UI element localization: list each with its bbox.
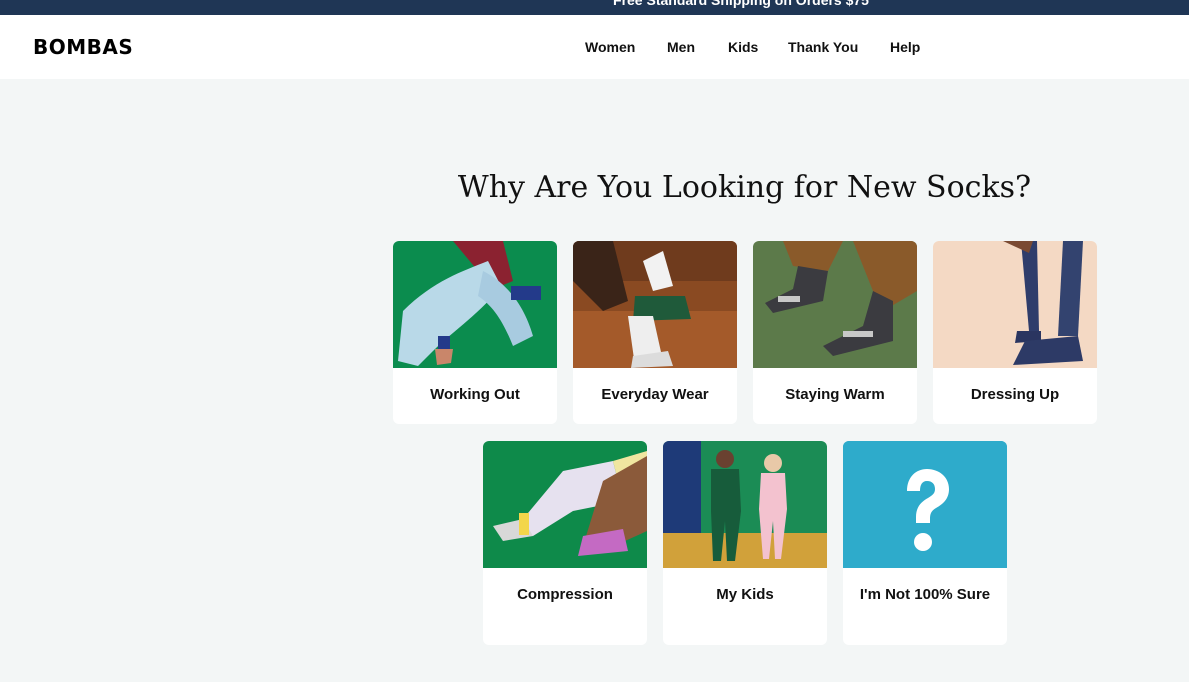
- card-dressing-up[interactable]: Dressing Up: [933, 241, 1097, 424]
- working-out-image: [393, 241, 557, 368]
- everyday-wear-image: [573, 241, 737, 368]
- nav-kids[interactable]: Kids: [728, 39, 758, 55]
- nav-thank-you[interactable]: Thank You: [788, 39, 858, 55]
- card-staying-warm[interactable]: Staying Warm: [753, 241, 917, 424]
- card-label: I'm Not 100% Sure: [859, 586, 991, 603]
- compression-image: [483, 441, 647, 568]
- card-everyday-wear[interactable]: Everyday Wear: [573, 241, 737, 424]
- card-working-out[interactable]: Working Out: [393, 241, 557, 424]
- card-label: Working Out: [430, 386, 520, 403]
- bombas-logo[interactable]: BOMBAS: [33, 35, 133, 59]
- card-label: Compression: [517, 586, 613, 603]
- nav-women[interactable]: Women: [585, 39, 635, 55]
- card-label: Everyday Wear: [601, 386, 709, 403]
- card-label: My Kids: [716, 586, 774, 603]
- question-mark-icon: [843, 441, 1007, 568]
- nav-men[interactable]: Men: [667, 39, 695, 55]
- card-label: Staying Warm: [785, 386, 885, 403]
- card-my-kids[interactable]: My Kids: [663, 441, 827, 645]
- nav-help[interactable]: Help: [890, 39, 920, 55]
- promo-bar: Free Standard Shipping on Orders $75: [0, 0, 1189, 15]
- dressing-up-image: [933, 241, 1097, 368]
- site-header: BOMBAS Women Men Kids Thank You Help: [0, 15, 1189, 79]
- question-tile: [843, 441, 1007, 568]
- page-title: Why Are You Looking for New Socks?: [457, 170, 1032, 205]
- card-compression[interactable]: Compression: [483, 441, 647, 645]
- staying-warm-image: [753, 241, 917, 368]
- promo-text: Free Standard Shipping on Orders $75: [613, 0, 869, 8]
- my-kids-image: [663, 441, 827, 568]
- card-not-sure[interactable]: I'm Not 100% Sure: [843, 441, 1007, 645]
- card-label: Dressing Up: [970, 386, 1060, 403]
